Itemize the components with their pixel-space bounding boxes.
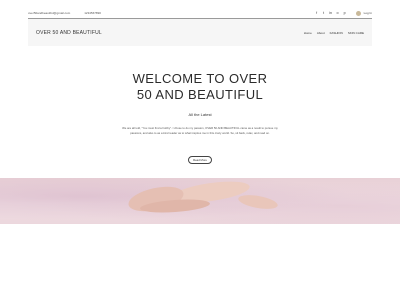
social-bar: f t in ∞ p xyxy=(315,11,347,15)
hero-body-text: We are all told, "You must find a hobby"… xyxy=(122,126,278,135)
twitter-icon[interactable]: t xyxy=(322,11,326,15)
site-header: OVER 50 AND BEAUTIFUL Home About FASHION… xyxy=(28,18,372,46)
facebook-icon[interactable]: f xyxy=(315,11,319,15)
avatar-icon xyxy=(355,10,361,16)
hero-title-line-1: WELCOME TO OVER xyxy=(132,71,268,86)
link-icon[interactable]: ∞ xyxy=(336,11,340,15)
menu-item-home[interactable]: Home xyxy=(304,31,312,35)
contact-email[interactable]: over50andbeautiful@gmail.com xyxy=(28,11,70,15)
pinterest-icon[interactable]: p xyxy=(343,11,347,15)
hero-title-line-2: 50 AND BEAUTIFUL xyxy=(136,87,264,102)
main-menu: Home About FASHION SKIN CARE xyxy=(304,31,364,35)
menu-item-about[interactable]: About xyxy=(317,31,325,35)
menu-item-fashion[interactable]: FASHION xyxy=(330,31,343,35)
login-label: Log In xyxy=(363,11,372,15)
menu-item-skin-care[interactable]: SKIN CARE xyxy=(348,31,364,35)
site-title[interactable]: OVER 50 AND BEAUTIFUL xyxy=(36,30,102,36)
login-button[interactable]: Log In xyxy=(355,10,372,16)
hero-title: WELCOME TO OVER 50 AND BEAUTIFUL xyxy=(0,71,400,103)
linkedin-icon[interactable]: in xyxy=(329,11,333,15)
read-more-button[interactable]: Read More xyxy=(188,156,212,164)
top-contact-bar: over50andbeautiful@gmail.com 1234567890 … xyxy=(28,8,372,18)
hero-subtitle: All the Latest xyxy=(188,112,212,117)
contact-phone: 1234567890 xyxy=(84,11,101,15)
hero-section: WELCOME TO OVER 50 AND BEAUTIFUL All the… xyxy=(0,46,400,178)
hands-photo xyxy=(0,178,400,224)
